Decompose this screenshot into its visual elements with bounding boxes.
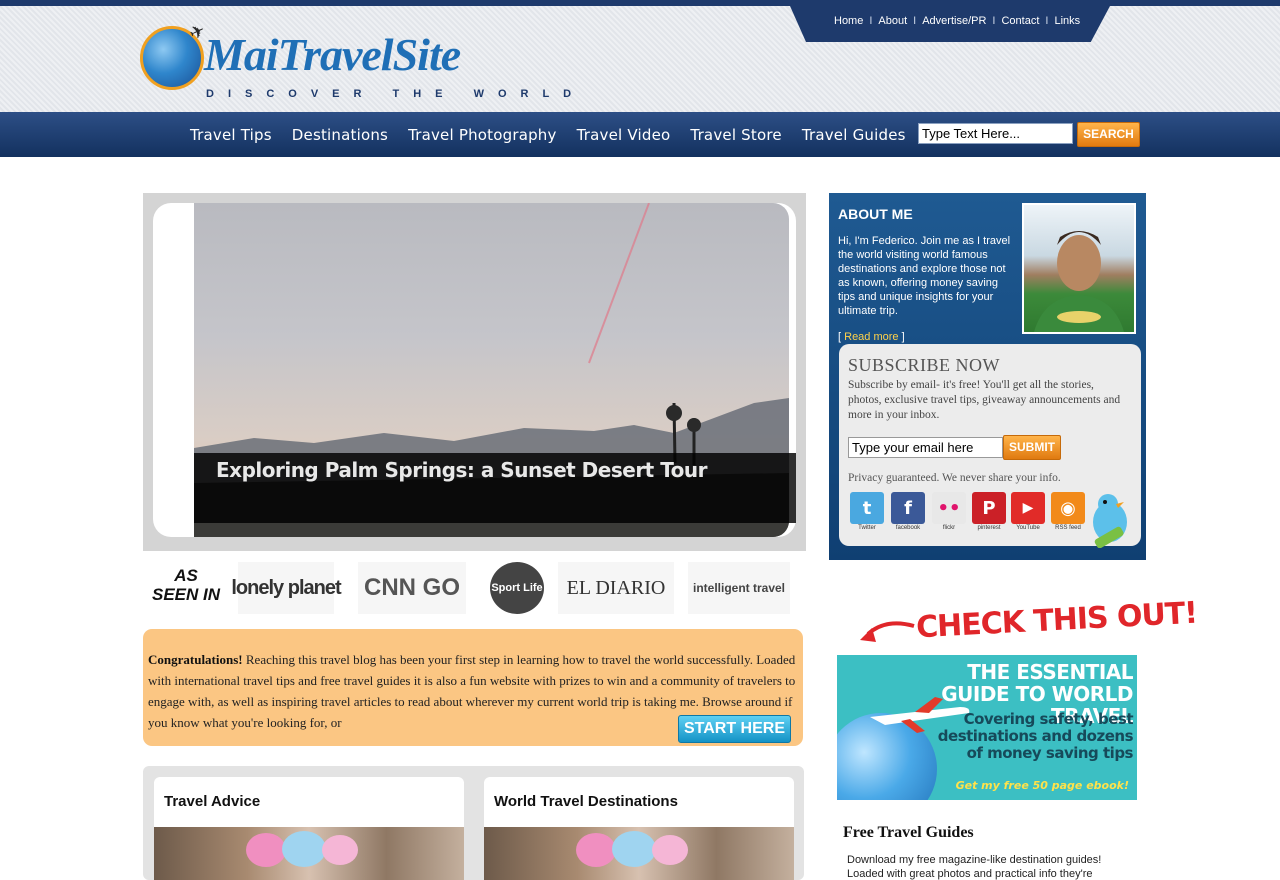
social-caption: YouTube [1016, 525, 1040, 531]
nav-destinations[interactable]: Destinations [292, 126, 388, 144]
cotton-candy-shape [576, 833, 616, 867]
as-seen-in-label: AS SEEN IN [146, 566, 226, 604]
rss-icon: ◉ [1051, 492, 1085, 524]
rss-button[interactable]: ◉ RSS feed [1050, 491, 1086, 535]
facebook-icon: f [891, 492, 925, 524]
bird-mascot-icon [1088, 488, 1132, 549]
pinterest-icon: P [972, 492, 1006, 524]
cotton-candy-shape [652, 835, 688, 865]
cotton-candy-shape [322, 835, 358, 865]
separator: I [1045, 15, 1049, 27]
separator: I [913, 15, 917, 27]
as-seen-in-line1: AS [174, 566, 198, 585]
card-travel-advice[interactable]: Travel Advice [154, 777, 464, 880]
flickr-button[interactable]: •• flickr [931, 491, 967, 535]
nav-travel-video[interactable]: Travel Video [577, 126, 671, 144]
privacy-note: Privacy guaranteed. We never share your … [848, 472, 1061, 484]
youtube-icon: ▶ [1011, 492, 1045, 524]
facebook-button[interactable]: f facebook [890, 491, 926, 535]
nav-menu: Travel Tips Destinations Travel Photogra… [190, 112, 926, 157]
social-caption: pinterest [977, 525, 1001, 531]
card-world-travel-destinations[interactable]: World Travel Destinations [484, 777, 794, 880]
pinterest-button[interactable]: P pinterest [971, 491, 1007, 535]
press-logo-lonely-planet: lonely planet [231, 562, 342, 614]
flickr-icon: •• [932, 492, 966, 524]
nav-travel-photography[interactable]: Travel Photography [408, 126, 557, 144]
free-guides-heading: Free Travel Guides [843, 824, 974, 841]
search-button[interactable]: SEARCH [1077, 122, 1140, 147]
site-logo[interactable]: ✈ MaiTravelSite DISCOVER THE WORLD [138, 8, 571, 104]
welcome-lead: Congratulations! [148, 652, 243, 667]
subscribe-text: Subscribe by email- it's free! You'll ge… [848, 379, 1121, 421]
subscribe-title: SUBSCRIBE NOW [848, 355, 1001, 375]
author-portrait-illustration [1034, 231, 1124, 332]
author-photo[interactable] [1022, 203, 1136, 334]
social-caption: Twitter [858, 525, 876, 531]
separator: I [869, 15, 873, 27]
card-image[interactable] [154, 827, 464, 880]
read-more-link[interactable]: Read more [844, 331, 898, 343]
nav-travel-tips[interactable]: Travel Tips [190, 126, 272, 144]
press-logo-sport-life: Sport Life [490, 562, 544, 614]
social-caption: facebook [895, 525, 921, 531]
logo-brand: MaiTravelSite [204, 29, 461, 80]
red-arrow-icon [860, 621, 915, 642]
as-seen-in-line2: SEEN IN [151, 585, 221, 604]
search-input[interactable] [918, 123, 1073, 144]
nav-travel-store[interactable]: Travel Store [690, 126, 781, 144]
start-here-button[interactable]: START HERE [678, 715, 791, 743]
top-links: Home I About I Advertise/PR I Contact I … [834, 15, 1080, 27]
separator: I [992, 15, 996, 27]
press-logo-natgeo: intelligent travel [688, 562, 790, 614]
card-title[interactable]: Travel Advice [164, 793, 260, 810]
submit-button[interactable]: SUBMIT [1003, 435, 1061, 460]
press-logo-el-diario: EL DIARIO [558, 562, 674, 614]
cotton-candy-shape [612, 831, 656, 867]
about-text: Hi, I'm Federico. Join me as I travel th… [838, 235, 1011, 317]
ebook-banner[interactable]: THE ESSENTIAL GUIDE TO WORLD TRAVEL Cove… [837, 655, 1137, 800]
social-caption: RSS feed [1055, 525, 1081, 531]
card-title[interactable]: World Travel Destinations [494, 793, 678, 810]
top-link-advertise[interactable]: Advertise/PR [922, 15, 986, 27]
read-more-row: [ Read more ] [838, 331, 905, 343]
press-logo-cnn-go: CNN GO [358, 562, 466, 614]
social-caption: flickr [942, 525, 956, 531]
ebook-cta[interactable]: Get my free 50 page ebook! [937, 779, 1129, 792]
youtube-button[interactable]: ▶ YouTube [1010, 491, 1046, 535]
about-title: ABOUT ME [838, 206, 913, 222]
cotton-candy-shape [282, 831, 326, 867]
nav-travel-guides[interactable]: Travel Guides [802, 126, 906, 144]
twitter-icon: t [850, 492, 884, 524]
top-link-home[interactable]: Home [834, 15, 863, 27]
twitter-button[interactable]: t Twitter [849, 491, 885, 535]
top-link-contact[interactable]: Contact [1001, 15, 1039, 27]
top-link-about[interactable]: About [878, 15, 907, 27]
logo-tagline: DISCOVER THE WORLD [206, 88, 586, 100]
ebook-subtitle: Covering safety, best destinations and d… [937, 710, 1134, 762]
cotton-candy-shape [246, 833, 286, 867]
email-input[interactable] [848, 437, 1003, 458]
free-guides-text: Download my free magazine-like destinati… [847, 854, 1102, 880]
slide-caption[interactable]: Exploring Palm Springs: a Sunset Desert … [216, 458, 708, 482]
check-this-out-heading: CHECK THIS OUT! [915, 595, 1198, 646]
top-link-links[interactable]: Links [1054, 15, 1080, 27]
card-image[interactable] [484, 827, 794, 880]
